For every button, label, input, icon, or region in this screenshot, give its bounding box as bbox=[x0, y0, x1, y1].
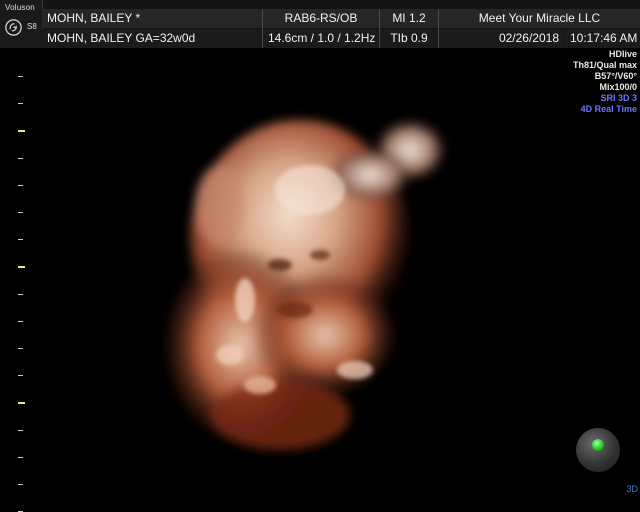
probe-label: RAB6-RS/OB bbox=[263, 9, 379, 28]
depth-scale-tick bbox=[18, 157, 23, 159]
tib-value: TIb 0.9 bbox=[380, 29, 438, 48]
header-bar: Voluson S8 MOHN, BAILEY * RAB6-RS/OB MI … bbox=[0, 0, 640, 48]
depth-scale-tick bbox=[18, 293, 23, 295]
header-divider bbox=[262, 9, 263, 48]
logo: Voluson S8 bbox=[0, 0, 43, 48]
patient-name: MOHN, BAILEY * bbox=[42, 9, 262, 28]
depth-scale-tick bbox=[18, 239, 23, 241]
setting-line: B57°/V60° bbox=[594, 71, 637, 81]
depth-scale-tick bbox=[18, 348, 23, 349]
depth-scale-tick bbox=[18, 103, 23, 105]
setting-line: SRI 3D 3 bbox=[600, 93, 637, 103]
depth-scale-tick bbox=[18, 456, 23, 458]
acquisition-settings: HDlive Th81/Qual max B57°/V60° Mix100/0 … bbox=[573, 49, 637, 115]
header-divider bbox=[438, 9, 439, 48]
depth-scale-tick bbox=[18, 184, 23, 186]
orientation-ball-icon[interactable] bbox=[576, 428, 620, 472]
depth-scale-tick bbox=[18, 429, 23, 431]
setting-line: Th81/Qual max bbox=[572, 60, 637, 70]
exam-time: 10:17:46 AM bbox=[565, 29, 640, 48]
depth-scale-tick bbox=[18, 130, 25, 133]
exam-date: 02/26/2018 bbox=[439, 29, 564, 48]
mi-value: MI 1.2 bbox=[380, 9, 438, 28]
depth-scale-tick bbox=[18, 375, 23, 377]
fetal-3d-render bbox=[165, 120, 445, 450]
patient-ga: MOHN, BAILEY GA=32w0d bbox=[42, 29, 262, 48]
logo-brand: Voluson bbox=[5, 3, 35, 12]
scan-params: 14.6cm / 1.0 / 1.2Hz bbox=[263, 29, 379, 48]
header-divider bbox=[379, 9, 380, 48]
logo-model: S8 bbox=[27, 22, 37, 31]
depth-scale-tick bbox=[18, 484, 23, 485]
setting-line: Mix100/0 bbox=[599, 82, 637, 92]
mode-3d-label: 3D bbox=[626, 484, 638, 494]
depth-scale-tick bbox=[18, 212, 23, 213]
ge-monogram-icon bbox=[5, 19, 22, 36]
clinic-name: Meet Your Miracle LLC bbox=[439, 9, 640, 28]
depth-scale bbox=[18, 48, 28, 512]
depth-scale-tick bbox=[18, 266, 25, 269]
orientation-dot-icon bbox=[592, 439, 604, 451]
setting-line: 4D Real Time bbox=[580, 104, 637, 114]
depth-scale-tick bbox=[18, 76, 23, 77]
setting-line: HDlive bbox=[608, 49, 637, 59]
depth-scale-tick bbox=[18, 320, 23, 322]
depth-scale-tick bbox=[18, 402, 25, 405]
